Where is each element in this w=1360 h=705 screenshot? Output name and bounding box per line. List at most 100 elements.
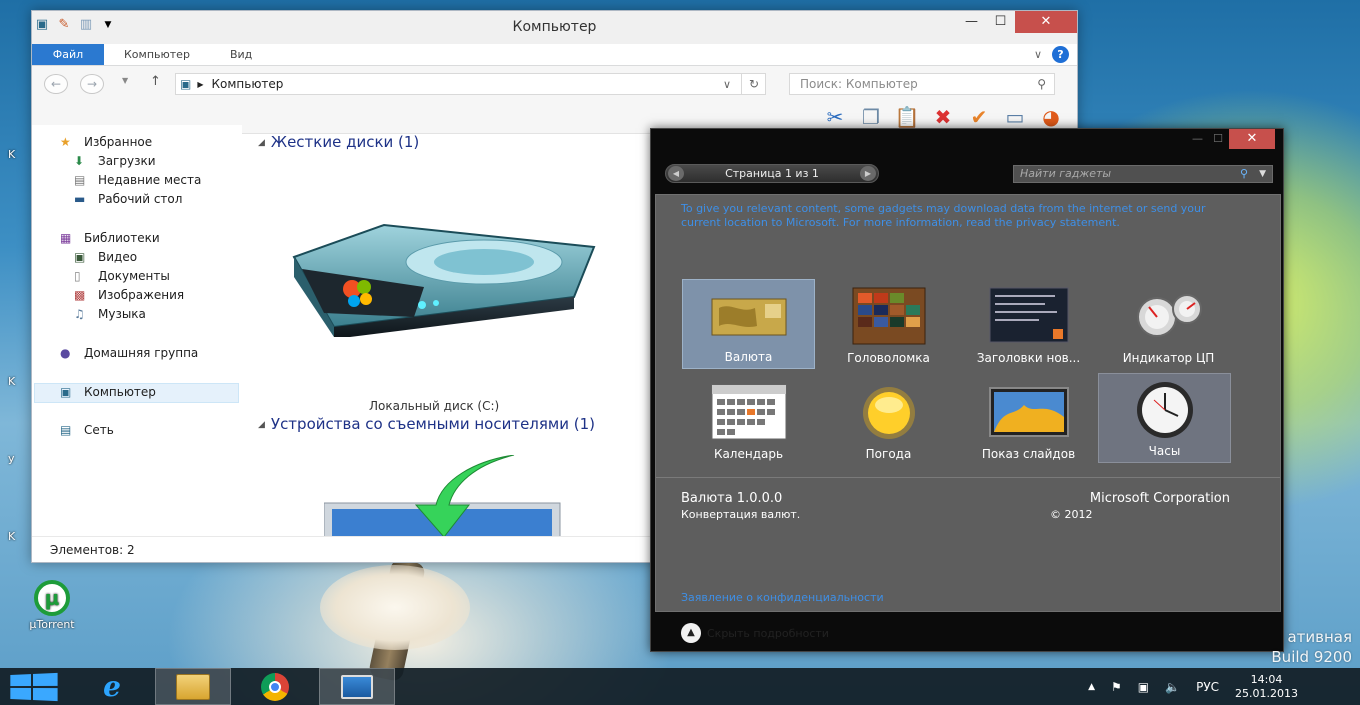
collapse-triangle-icon: ◢	[258, 419, 265, 430]
taskbar-internet-explorer[interactable]: e	[74, 668, 150, 705]
address-row: ← → ▼ ↑ ▣ ▶ Компьютер ∨ ↻ Поиск: Компьют…	[32, 66, 1077, 100]
hide-details-button[interactable]: ▲ Скрыть подробности	[681, 623, 829, 643]
page-indicator: Страница 1 из 1	[725, 167, 819, 180]
back-button[interactable]: ←	[44, 74, 68, 94]
gadget-label: Головоломка	[847, 351, 930, 365]
gadget-tile-calendar[interactable]: Календарь	[682, 375, 815, 465]
documents-icon: ▯	[74, 269, 81, 283]
action-center-flag-icon[interactable]: ⚑	[1111, 680, 1122, 694]
drive-c-label[interactable]: Локальный диск (C:)	[369, 399, 499, 413]
recent-locations-chevron-icon[interactable]: ▼	[122, 76, 128, 85]
gadget-tile-slideshow[interactable]: Показ слайдов	[962, 375, 1095, 465]
gadget-tile-puzzle[interactable]: Головоломка	[822, 279, 955, 369]
language-indicator[interactable]: РУС	[1196, 680, 1219, 694]
search-icon[interactable]: ⚲	[1037, 74, 1046, 94]
search-icon[interactable]: ⚲	[1240, 166, 1248, 182]
sidebar-item-homegroup[interactable]: ● Домашняя группа	[60, 346, 198, 360]
previous-page-icon[interactable]: ◀	[668, 166, 684, 181]
clock[interactable]: 14:04 25.01.2013	[1235, 673, 1314, 701]
taskbar-gadgets[interactable]	[319, 668, 395, 705]
address-bar[interactable]: ▣ ▶ Компьютер ∨	[175, 73, 766, 95]
forward-button[interactable]: →	[80, 74, 104, 94]
gadget-search-input[interactable]: Найти гаджеты ⚲ ▼	[1013, 165, 1273, 183]
sidebar-item-desktop[interactable]: ▬ Рабочий стол	[74, 192, 182, 206]
desktop-label-fragment: K	[8, 375, 16, 388]
build-watermark: Build 9200	[1271, 648, 1352, 666]
homegroup-icon: ●	[60, 346, 71, 360]
show-hidden-icons-icon[interactable]: ▲	[1088, 682, 1095, 692]
computer-icon: ▣	[60, 385, 72, 399]
explorer-titlebar[interactable]: ▣ ✎ ▥ ▼ Компьютер — ☐ ✕	[32, 11, 1077, 44]
sidebar-item-recent[interactable]: ▤ Недавние места	[74, 173, 201, 187]
next-page-icon[interactable]: ▶	[860, 166, 876, 181]
desktop-icon-label: µTorrent	[29, 618, 75, 631]
page-navigator: ◀ Страница 1 из 1 ▶	[665, 164, 879, 183]
libraries-icon: ▦	[60, 231, 72, 245]
close-button[interactable]: ✕	[1015, 11, 1077, 33]
gadget-tile-weather[interactable]: Погода	[822, 375, 955, 465]
taskbar-file-explorer[interactable]	[155, 668, 231, 705]
gadget-tile-currency[interactable]: Валюта	[682, 279, 815, 369]
gadget-label: Часы	[1148, 444, 1181, 458]
selected-gadget-name: Валюта 1.0.0.0	[681, 491, 783, 506]
gadget-label: Показ слайдов	[981, 447, 1076, 461]
help-icon[interactable]: ?	[1052, 46, 1069, 63]
up-arrow-icon[interactable]: ↑	[150, 74, 161, 89]
maximize-button[interactable]: ☐	[986, 11, 1015, 33]
download-icon: ⬇	[74, 154, 85, 168]
sidebar-item-favorites[interactable]: ★ Избранное	[60, 135, 152, 149]
sidebar-item-network[interactable]: ▤ Сеть	[60, 423, 114, 437]
gadget-tile-clock[interactable]: Часы	[1098, 373, 1231, 463]
group-header-hard-drives[interactable]: ◢ Жесткие диски (1)	[258, 133, 419, 151]
minimize-button[interactable]: —	[957, 11, 986, 33]
chevron-down-icon[interactable]: ▼	[1259, 166, 1266, 182]
address-dropdown-icon[interactable]: ∨	[723, 78, 731, 91]
ribbon-tabs: Файл Компьютер Вид ∨ ?	[32, 44, 1077, 66]
drive-c-item[interactable]	[274, 217, 609, 340]
removable-drive-item[interactable]	[323, 454, 564, 536]
breadcrumb[interactable]: Компьютер	[212, 77, 284, 91]
hide-details-label: Скрыть подробности	[707, 626, 829, 640]
tab-file[interactable]: Файл	[32, 44, 104, 65]
sidebar-item-documents[interactable]: ▯ Документы	[74, 269, 170, 283]
tab-computer[interactable]: Компьютер	[104, 44, 210, 65]
taskbar: e ▲ ⚑ ▣ 🔈 РУС 14:04 25.01.2013	[0, 668, 1360, 705]
start-button[interactable]	[10, 672, 58, 702]
privacy-statement-link[interactable]: Заявление о конфиденциальности	[681, 591, 884, 604]
sidebar-item-computer[interactable]: ▣ Компьютер	[60, 385, 156, 399]
sidebar-item-music[interactable]: ♫ Музыка	[74, 307, 146, 321]
chrome-icon	[261, 672, 289, 701]
gadget-label: Заголовки нов...	[976, 351, 1081, 365]
refresh-button[interactable]: ↻	[741, 73, 766, 95]
gadget-gallery-window: — ☐ ✕ ◀ Страница 1 из 1 ▶ Найти гаджеты …	[650, 128, 1284, 652]
gadget-tile-headlines[interactable]: Заголовки нов...	[962, 279, 1095, 369]
sidebar-item-libraries[interactable]: ▦ Библиотеки	[60, 231, 160, 245]
gadget-search-placeholder: Найти гаджеты	[1020, 167, 1112, 180]
close-button[interactable]: ✕	[1229, 129, 1275, 149]
cpu-meter-gadget-icon	[1136, 294, 1202, 337]
privacy-note[interactable]: To give you relevant content, some gadge…	[681, 202, 1241, 230]
volume-icon[interactable]: 🔈	[1165, 680, 1180, 694]
sidebar-item-images[interactable]: ▩ Изображения	[74, 288, 184, 302]
taskbar-chrome[interactable]	[237, 668, 313, 705]
sidebar-item-downloads[interactable]: ⬇ Загрузки	[74, 154, 156, 168]
computer-icon: ▣	[180, 77, 192, 91]
removable-drive-icon	[323, 454, 561, 536]
recent-places-icon: ▤	[74, 173, 86, 187]
tab-view[interactable]: Вид	[210, 44, 272, 65]
maximize-button[interactable]: ☐	[1213, 132, 1223, 145]
sidebar-item-video[interactable]: ▣ Видео	[74, 250, 137, 264]
network-icon[interactable]: ▣	[1138, 680, 1149, 694]
search-input[interactable]: Поиск: Компьютер ⚲	[789, 73, 1055, 95]
minimize-button[interactable]: —	[1192, 132, 1203, 145]
activation-watermark: ативная	[1287, 628, 1352, 646]
desktop-icon-utorrent[interactable]: µ µTorrent	[14, 580, 90, 631]
expand-ribbon-chevron-icon[interactable]: ∨	[1034, 48, 1042, 61]
gadget-tile-cpu-meter[interactable]: Индикатор ЦП	[1102, 279, 1235, 369]
selected-gadget-copyright: © 2012	[1050, 508, 1093, 521]
wallpaper-flower	[320, 565, 470, 650]
clock-icon	[1136, 382, 1193, 438]
desktop-icon: ▬	[74, 192, 86, 206]
item-count: Элементов: 2	[50, 543, 135, 557]
group-header-removable[interactable]: ◢ Устройства со съемными носителями (1)	[258, 415, 595, 433]
